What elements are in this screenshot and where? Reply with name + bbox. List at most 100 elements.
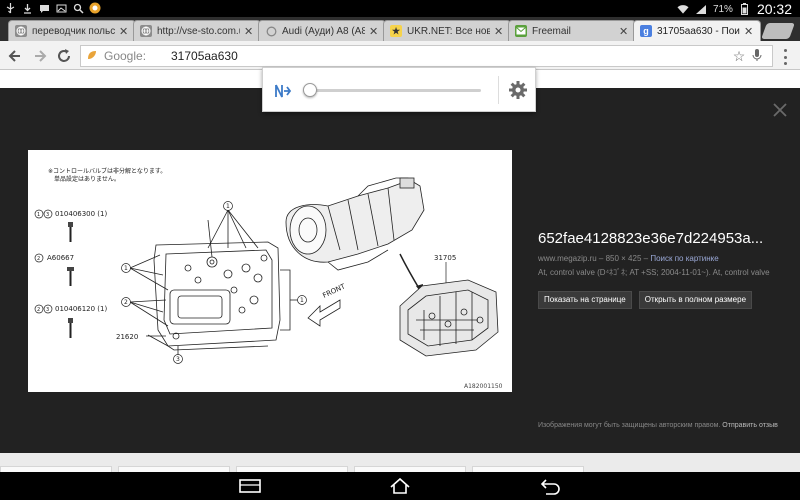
label-31705: 31705 [434, 254, 456, 262]
status-bar: 71% 20:32 [0, 0, 800, 17]
tab-strip: переводчик польск ✕ http://vse-sto.com.u… [0, 17, 800, 41]
tab-title: Audi (Ауди) A8 (A8) [282, 25, 365, 37]
svg-text:3: 3 [46, 212, 49, 218]
callout-1-right: 1 [297, 295, 307, 305]
tab-close-icon[interactable]: ✕ [244, 25, 254, 38]
tab-freemail[interactable]: Freemail ✕ [508, 20, 636, 41]
web-icon [15, 25, 27, 37]
image-description: At, control valve (D⁴ﾈｺﾞﾈ; AT +SS; 2004-… [538, 268, 770, 277]
zoom-slider-track[interactable] [307, 89, 481, 92]
bookmark-star-icon[interactable]: ☆ [730, 48, 748, 65]
popup-divider [498, 76, 499, 104]
back-button[interactable] [5, 46, 25, 66]
tab-ukrnet[interactable]: ★ UKR.NET: Все новос ✕ [383, 20, 511, 41]
copyright-text: Изображения могут быть защищены авторски… [538, 422, 721, 429]
tab-title: Freemail [532, 25, 571, 37]
forward-arrow-icon [35, 50, 47, 62]
pointer-arrow [399, 253, 421, 291]
feedback-link[interactable]: Отправить отзыв [722, 422, 778, 429]
svg-text:3: 3 [46, 307, 49, 313]
tab-close-icon[interactable]: ✕ [744, 25, 754, 38]
callout-2-left: 2 [121, 297, 131, 307]
recent-apps-icon [239, 479, 261, 493]
tab-close-icon[interactable]: ✕ [494, 25, 504, 38]
new-tab-button[interactable] [761, 23, 795, 39]
preview-image[interactable]: ※コントロールバルブは非分解となります。 単品設定はありません。 1 3 010… [28, 150, 512, 392]
svg-text:1: 1 [124, 265, 128, 272]
system-nav-bar [0, 472, 800, 500]
tab-close-icon[interactable]: ✕ [369, 25, 379, 38]
tab-translator[interactable]: переводчик польск ✕ [8, 20, 136, 41]
view-full-size-button[interactable]: Открыть в полном размере [638, 291, 753, 309]
zoom-popup [262, 67, 536, 112]
search-icon [72, 2, 84, 14]
photo-icon [55, 2, 67, 14]
web-icon [140, 25, 152, 37]
tab-title: http://vse-sto.com.u [157, 25, 240, 37]
omnibox[interactable]: Google: 31705aa630 ☆ [80, 45, 773, 67]
back-nav-button[interactable] [537, 476, 563, 496]
part-bolt-1: 1 3 010406300 (1) [34, 209, 107, 242]
callout-1-top: 1 [223, 201, 233, 211]
diagram-note-1: ※コントロールバルブは非分解となります。 [48, 167, 166, 175]
tab-google-search[interactable]: g 31705aa630 - Поис ✕ [633, 20, 761, 41]
menu-overflow-icon[interactable] [781, 49, 789, 65]
source-domain[interactable]: www.megazip.ru [538, 254, 597, 263]
control-valve-drawing [399, 279, 499, 357]
part-number-3: 010406120 (1) [55, 305, 107, 313]
image-title[interactable]: 652fae4128823e36e7d224953a... [538, 230, 778, 247]
svg-text:2: 2 [37, 307, 40, 313]
wifi-icon [677, 3, 689, 15]
tab-title: 31705aa630 - Поис [657, 25, 740, 37]
part-bolt-3: 2 3 010406120 (1) [34, 304, 107, 338]
clock: 20:32 [756, 1, 792, 17]
svg-text:2: 2 [124, 299, 128, 306]
part-a60667: 2 A60667 [34, 253, 74, 286]
zoom-slider-thumb[interactable] [303, 83, 317, 97]
back-arrow-icon [8, 50, 20, 62]
tab-audi[interactable]: Audi (Ауди) A8 (A8) ✕ [258, 20, 386, 41]
callout-3-bottom: 3 [173, 354, 183, 364]
svg-text:2: 2 [37, 256, 40, 262]
text-zoom-icon[interactable] [273, 81, 293, 101]
freemail-icon [515, 25, 527, 37]
download-icon [21, 2, 33, 14]
svg-text:1: 1 [226, 203, 230, 210]
google-icon: g [640, 25, 652, 37]
tab-close-icon[interactable]: ✕ [619, 25, 629, 38]
battery-percent: 71% [712, 3, 733, 15]
usb-icon [4, 2, 16, 14]
image-dimensions: 850 × 425 [605, 254, 642, 263]
back-nav-icon [540, 479, 560, 495]
home-button[interactable] [387, 476, 413, 496]
tab-title: переводчик польск [32, 25, 115, 37]
app-notification-icon [89, 2, 101, 14]
microphone-icon[interactable] [748, 48, 766, 65]
image-info-panel: 652fae4128823e36e7d224953a... www.megazi… [538, 230, 778, 309]
reload-button[interactable] [54, 46, 74, 66]
omnibox-query[interactable]: 31705aa630 [171, 49, 730, 63]
valve-body-drawing [129, 209, 298, 355]
search-engine-label: Google: [104, 49, 147, 63]
reload-icon [58, 49, 70, 62]
forward-button[interactable] [30, 46, 50, 66]
search-by-image-link[interactable]: Поиск по картинке [650, 254, 718, 263]
part-number-1: 010406300 (1) [55, 210, 107, 218]
label-21620: 21620 [116, 333, 138, 341]
image-meta: www.megazip.ru – 850 × 425 – Поиск по ка… [538, 254, 719, 263]
svg-text:1: 1 [37, 212, 40, 218]
figure-code: A182001150 [464, 383, 503, 390]
part-number-2: A60667 [47, 254, 74, 262]
tab-vse-sto[interactable]: http://vse-sto.com.u ✕ [133, 20, 261, 41]
recent-apps-button[interactable] [237, 476, 263, 496]
copyright-notice: Изображения могут быть защищены авторски… [538, 421, 778, 431]
transmission-drawing [285, 177, 425, 271]
close-viewer-button[interactable] [770, 100, 790, 120]
message-icon [38, 2, 50, 14]
home-icon [390, 477, 410, 494]
gear-icon[interactable] [507, 79, 529, 101]
diagram-note-2: 単品設定はありません。 [54, 175, 120, 183]
tab-close-icon[interactable]: ✕ [119, 25, 129, 38]
front-arrow: FRONT [307, 282, 347, 327]
view-page-button[interactable]: Показать на странице [538, 291, 632, 309]
